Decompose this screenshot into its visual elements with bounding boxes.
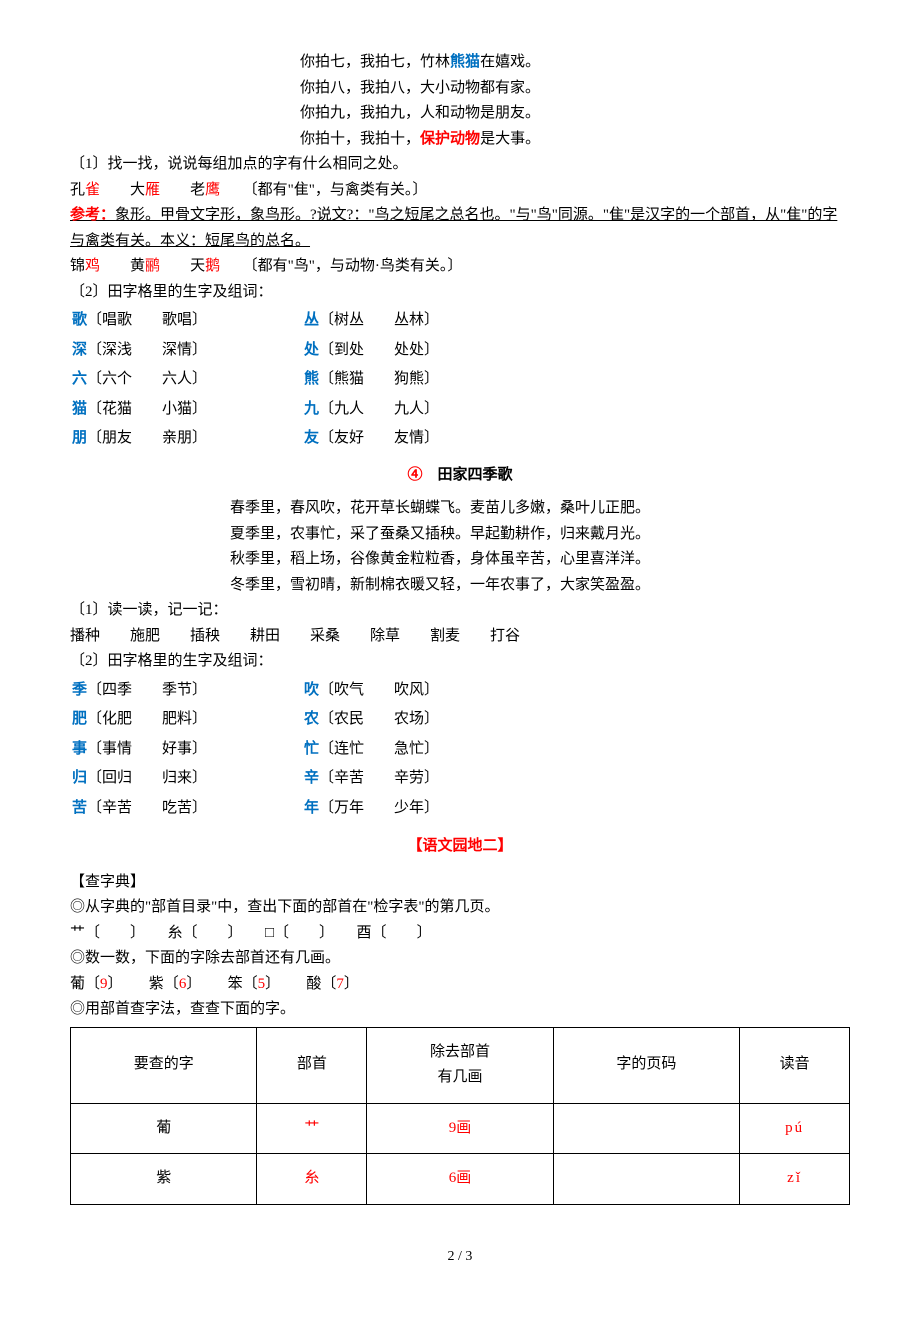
table-row: 紫 糸 6画 zǐ (71, 1154, 850, 1205)
th-page: 字的页码 (553, 1027, 739, 1103)
question-2-title: 〔2〕田字格里的生字及组词： (70, 280, 850, 306)
table-row: 苦〔辛苦 吃苦〕年〔万年 少年〕 (72, 795, 848, 823)
td-page (553, 1154, 739, 1205)
question-3-title: 〔1〕读一读，记一记： (70, 598, 850, 624)
reference-text: 参考：象形。甲骨文字形，象鸟形。?说文?："鸟之短尾之总名也。"与"鸟"同源。"… (70, 203, 850, 254)
table-row: 歌〔唱歌 歌唱〕丛〔树丛 丛林〕 (72, 307, 848, 335)
poem-line: 夏季里，农事忙，采了蚕桑又插秧。早起勤耕作，归来戴月光。 (230, 522, 850, 548)
table-row: 朋〔朋友 亲朋〕友〔友好 友情〕 (72, 425, 848, 453)
table-row: 猫〔花猫 小猫〕九〔九人 九人〕 (72, 396, 848, 424)
rhyme-block: 你拍七，我拍七，竹林熊猫在嬉戏。 你拍八，我拍八，大小动物都有家。 你拍九，我拍… (300, 50, 850, 152)
table-row: 六〔六个 六人〕熊〔熊猫 狗熊〕 (72, 366, 848, 394)
dict-line2-items: 葡〔9〕 紫〔6〕 笨〔5〕 酸〔7〕 (70, 972, 850, 998)
dict-subtitle: 【查字典】 (70, 870, 850, 896)
td-radical: 糸 (257, 1154, 367, 1205)
table-row: 肥〔化肥 肥料〕农〔农民 农场〕 (72, 706, 848, 734)
th-strokes: 除去部首 有几画 (367, 1027, 553, 1103)
td-pinyin: pú (740, 1103, 850, 1154)
vocab-table-2: 季〔四季 季节〕吹〔吹气 吹风〕 肥〔化肥 肥料〕农〔农民 农场〕 事〔事情 好… (70, 675, 850, 825)
table-row: 事〔事情 好事〕忙〔连忙 急忙〕 (72, 736, 848, 764)
rhyme-line: 你拍七，我拍七，竹林熊猫在嬉戏。 (300, 50, 850, 76)
td-page (553, 1103, 739, 1154)
question-4-title: 〔2〕田字格里的生字及组词： (70, 649, 850, 675)
poem-line: 冬季里，雪初晴，新制棉衣暖又轻，一年农事了，大家笑盈盈。 (230, 573, 850, 599)
vocab-table-1: 歌〔唱歌 歌唱〕丛〔树丛 丛林〕 深〔深浅 深情〕处〔到处 处处〕 六〔六个 六… (70, 305, 850, 455)
rhyme-line: 你拍十，我拍十，保护动物是大事。 (300, 127, 850, 153)
dict-line1: ◎从字典的"部首目录"中，查出下面的部首在"检字表"的第几页。 (70, 895, 850, 921)
td-char: 葡 (71, 1103, 257, 1154)
td-strokes: 6画 (367, 1154, 553, 1205)
poem-title: ④ 田家四季歌 (70, 463, 850, 489)
table-header-row: 要查的字 部首 除去部首 有几画 字的页码 读音 (71, 1027, 850, 1103)
table-row: 季〔四季 季节〕吹〔吹气 吹风〕 (72, 677, 848, 705)
question-1-line2: 锦鸡 黄鹂 天鹅 〔都有"鸟"，与动物·鸟类有关。〕 (70, 254, 850, 280)
dict-line2: ◎数一数，下面的字除去部首还有几画。 (70, 946, 850, 972)
garden-title: 【语文园地二】 (70, 834, 850, 860)
rhyme-line: 你拍八，我拍八，大小动物都有家。 (300, 76, 850, 102)
dict-line1-items: 艹〔 〕 糸〔 〕 □〔 〕 酉〔 〕 (70, 921, 850, 947)
table-row: 归〔回归 归来〕辛〔辛苦 辛劳〕 (72, 765, 848, 793)
table-row: 深〔深浅 深情〕处〔到处 处处〕 (72, 337, 848, 365)
question-1-line1: 孔雀 大雁 老鹰 〔都有"隹"，与禽类有关。〕 (70, 178, 850, 204)
poem-body: 春季里，春风吹，花开草长蝴蝶飞。麦苗儿多嫩，桑叶儿正肥。 夏季里，农事忙，采了蚕… (230, 496, 850, 598)
th-pinyin: 读音 (740, 1027, 850, 1103)
poem-line: 秋季里，稻上场，谷像黄金粒粒香，身体虽辛苦，心里喜洋洋。 (230, 547, 850, 573)
td-pinyin: zǐ (740, 1154, 850, 1205)
dict-line3: ◎用部首查字法，查查下面的字。 (70, 997, 850, 1023)
question-3-words: 播种 施肥 插秧 耕田 采桑 除草 割麦 打谷 (70, 624, 850, 650)
question-1-title: 〔1〕找一找，说说每组加点的字有什么相同之处。 (70, 152, 850, 178)
td-strokes: 9画 (367, 1103, 553, 1154)
th-radical: 部首 (257, 1027, 367, 1103)
th-char: 要查的字 (71, 1027, 257, 1103)
td-char: 紫 (71, 1154, 257, 1205)
table-row: 葡 艹 9画 pú (71, 1103, 850, 1154)
rhyme-line: 你拍九，我拍九，人和动物是朋友。 (300, 101, 850, 127)
td-radical: 艹 (257, 1103, 367, 1154)
lookup-table: 要查的字 部首 除去部首 有几画 字的页码 读音 葡 艹 9画 pú 紫 糸 6… (70, 1027, 850, 1205)
page-footer: 2 / 3 (70, 1245, 850, 1269)
poem-line: 春季里，春风吹，花开草长蝴蝶飞。麦苗儿多嫩，桑叶儿正肥。 (230, 496, 850, 522)
